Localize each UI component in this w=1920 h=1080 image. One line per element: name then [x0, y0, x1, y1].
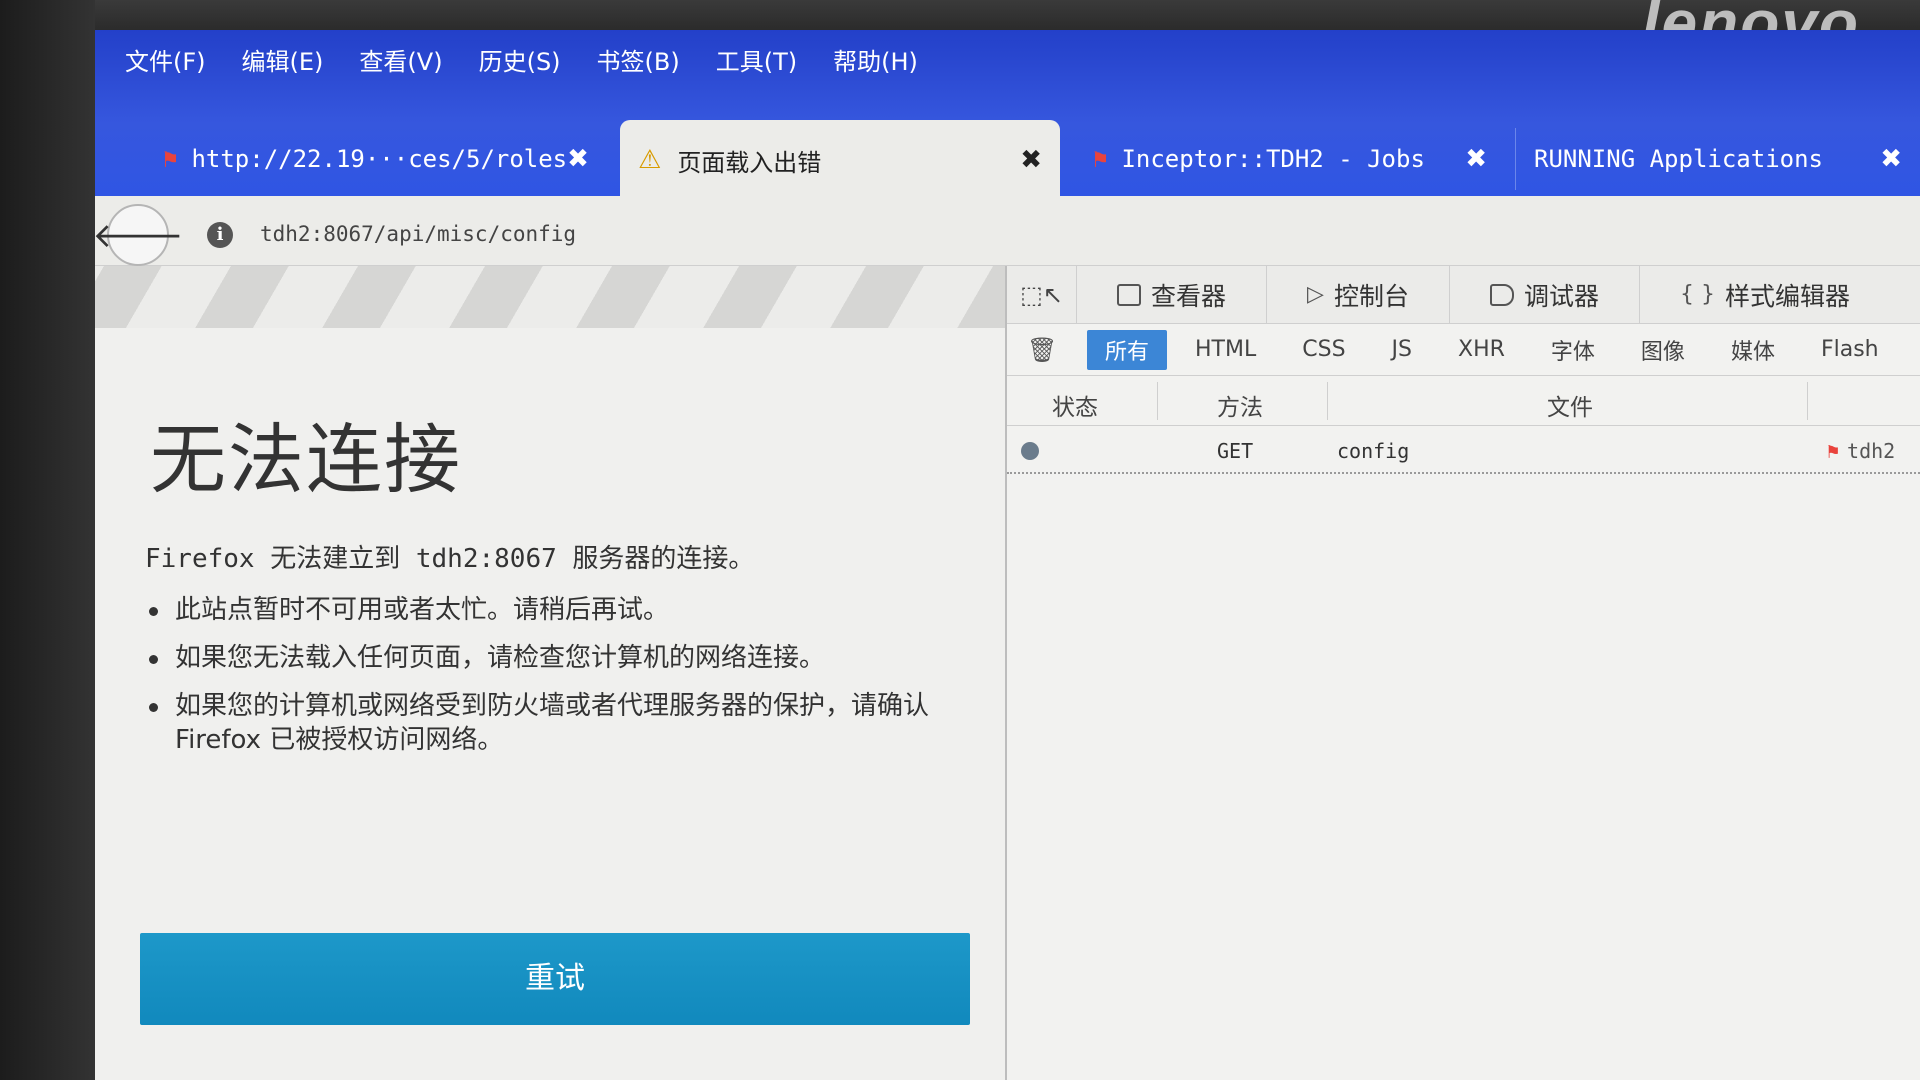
filter-all[interactable]: 所有 — [1087, 329, 1168, 370]
network-table-header: 状态 方法 文件 — [1007, 376, 1920, 426]
arrow-left-icon: 🡐 — [95, 215, 184, 256]
menu-view[interactable]: 查看(V) — [359, 42, 442, 77]
filter-media[interactable]: 媒体 — [1713, 330, 1793, 370]
filter-fonts[interactable]: 字体 — [1533, 330, 1613, 370]
tab-running-applications[interactable]: RUNNING Applications ✖ — [1515, 128, 1920, 190]
table-row[interactable]: GET config ⚑ tdh2 — [1007, 426, 1920, 474]
firefox-window: 文件(F) 编辑(E) 查看(V) 历史(S) 书签(B) 工具(T) 帮助(H… — [95, 30, 1920, 1080]
title-and-tab-strip: 文件(F) 编辑(E) 查看(V) 历史(S) 书签(B) 工具(T) 帮助(H… — [95, 30, 1920, 200]
error-stripe-banner — [95, 266, 1015, 328]
domain-text: tdh2 — [1847, 439, 1896, 463]
tab-title: Inceptor::TDH2 - Jobs — [1121, 145, 1425, 173]
error-suggestions: 此站点暂时不可用或者太忙。请稍后再试。 如果您无法载入任何页面，请检查您计算机的… — [145, 593, 965, 771]
tab-title: 页面载入出错 — [677, 148, 822, 177]
menu-file[interactable]: 文件(F) — [125, 42, 206, 77]
status-dot-icon — [1021, 442, 1039, 460]
connection-error-page: 无法连接 Firefox 无法建立到 tdh2:8067 服务器的连接。 此站点… — [95, 328, 1015, 1080]
column-status[interactable]: 状态 — [1052, 388, 1098, 422]
trash-icon[interactable]: 🗑 — [1027, 336, 1077, 364]
tab-label: 查看器 — [1151, 281, 1227, 311]
retry-button[interactable]: 重试 — [140, 933, 970, 1025]
error-title: 无法连接 — [150, 415, 462, 504]
tab-debugger[interactable]: 调试器 — [1450, 265, 1640, 324]
filter-html[interactable]: HTML — [1177, 333, 1274, 366]
tab-title: http://22.19···ces/5/roles — [191, 145, 568, 173]
braces-icon: { } — [1679, 282, 1715, 307]
devtools-toolbar: ⬚↖ 查看器 ▷ 控制台 调试器 { } 样式编辑器 — [1007, 265, 1920, 324]
filter-css[interactable]: CSS — [1284, 333, 1363, 366]
menu-bookmarks[interactable]: 书签(B) — [597, 42, 680, 77]
app-favicon-icon: ⚑ — [1093, 145, 1108, 173]
tab-console[interactable]: ▷ 控制台 — [1267, 265, 1450, 324]
content-area: 无法连接 Firefox 无法建立到 tdh2:8067 服务器的连接。 此站点… — [95, 265, 1920, 1080]
request-method: GET — [1217, 439, 1254, 463]
app-favicon-icon: ⚑ — [163, 145, 178, 173]
close-tab-icon[interactable]: ✖ — [567, 144, 589, 174]
tab-page-load-error[interactable]: ⚠ 页面载入出错 ✖ — [620, 120, 1060, 200]
menu-history[interactable]: 历史(S) — [479, 42, 561, 77]
menubar: 文件(F) 编辑(E) 查看(V) 历史(S) 书签(B) 工具(T) 帮助(H… — [125, 42, 918, 77]
console-icon: ▷ — [1307, 282, 1324, 307]
tab-title: RUNNING Applications — [1534, 145, 1823, 173]
devtools-panel: ⬚↖ 查看器 ▷ 控制台 调试器 { } 样式编辑器 🗑 所有 HTML CSS… — [1005, 265, 1920, 1080]
element-picker-icon[interactable]: ⬚↖ — [1007, 265, 1077, 324]
menu-edit[interactable]: 编辑(E) — [242, 42, 324, 77]
url-bar[interactable]: tdh2:8067/api/misc/config — [260, 222, 576, 246]
tab-style-editor[interactable]: { } 样式编辑器 — [1640, 266, 1850, 324]
tab-inspector[interactable]: 查看器 — [1077, 265, 1268, 324]
suggestion-item: 此站点暂时不可用或者太忙。请稍后再试。 — [145, 593, 965, 627]
navigation-bar: 🡐 i tdh2:8067/api/misc/config — [95, 196, 1920, 266]
close-tab-icon[interactable]: ✖ — [1020, 145, 1042, 175]
close-tab-icon[interactable]: ✖ — [1465, 144, 1487, 174]
inspector-icon — [1117, 283, 1141, 306]
tab-label: 控制台 — [1333, 281, 1409, 311]
tab-roles[interactable]: ⚑ http://22.19···ces/5/roles ✖ — [145, 128, 605, 190]
request-domain: ⚑ tdh2 — [1827, 439, 1895, 463]
filter-js[interactable]: JS — [1374, 333, 1430, 366]
request-file: config — [1337, 439, 1410, 463]
column-divider — [1157, 382, 1158, 420]
blocked-icon: ⚑ — [1827, 439, 1840, 463]
tab-inceptor-jobs[interactable]: ⚑ Inceptor::TDH2 - Jobs ✖ — [1075, 128, 1505, 190]
network-filter-bar: 🗑 所有 HTML CSS JS XHR 字体 图像 媒体 Flash — [1007, 324, 1920, 376]
menu-help[interactable]: 帮助(H) — [833, 42, 918, 77]
back-button[interactable]: 🡐 — [95, 204, 184, 266]
filter-images[interactable]: 图像 — [1623, 330, 1703, 370]
monitor-bezel-left — [0, 0, 95, 1080]
error-description: Firefox 无法建立到 tdh2:8067 服务器的连接。 — [145, 544, 755, 574]
tab-strip: ⚑ http://22.19···ces/5/roles ✖ ⚠ 页面载入出错 … — [115, 116, 1920, 200]
suggestion-item: 如果您的计算机或网络受到防火墙或者代理服务器的保护，请确认 Firefox 已被… — [145, 689, 965, 757]
column-divider — [1807, 382, 1808, 420]
column-file[interactable]: 文件 — [1547, 388, 1593, 422]
suggestion-item: 如果您无法载入任何页面，请检查您计算机的网络连接。 — [145, 641, 965, 675]
filter-xhr[interactable]: XHR — [1440, 333, 1523, 366]
warning-icon: ⚠ — [638, 145, 662, 175]
column-method[interactable]: 方法 — [1217, 388, 1263, 422]
close-tab-icon[interactable]: ✖ — [1880, 144, 1902, 174]
debugger-icon — [1489, 283, 1514, 306]
tab-label: 调试器 — [1523, 281, 1599, 311]
menu-tools[interactable]: 工具(T) — [716, 42, 797, 77]
tab-label: 样式编辑器 — [1724, 281, 1850, 311]
filter-flash[interactable]: Flash — [1803, 333, 1897, 366]
column-divider — [1327, 382, 1328, 420]
site-info-icon[interactable]: i — [207, 222, 233, 248]
